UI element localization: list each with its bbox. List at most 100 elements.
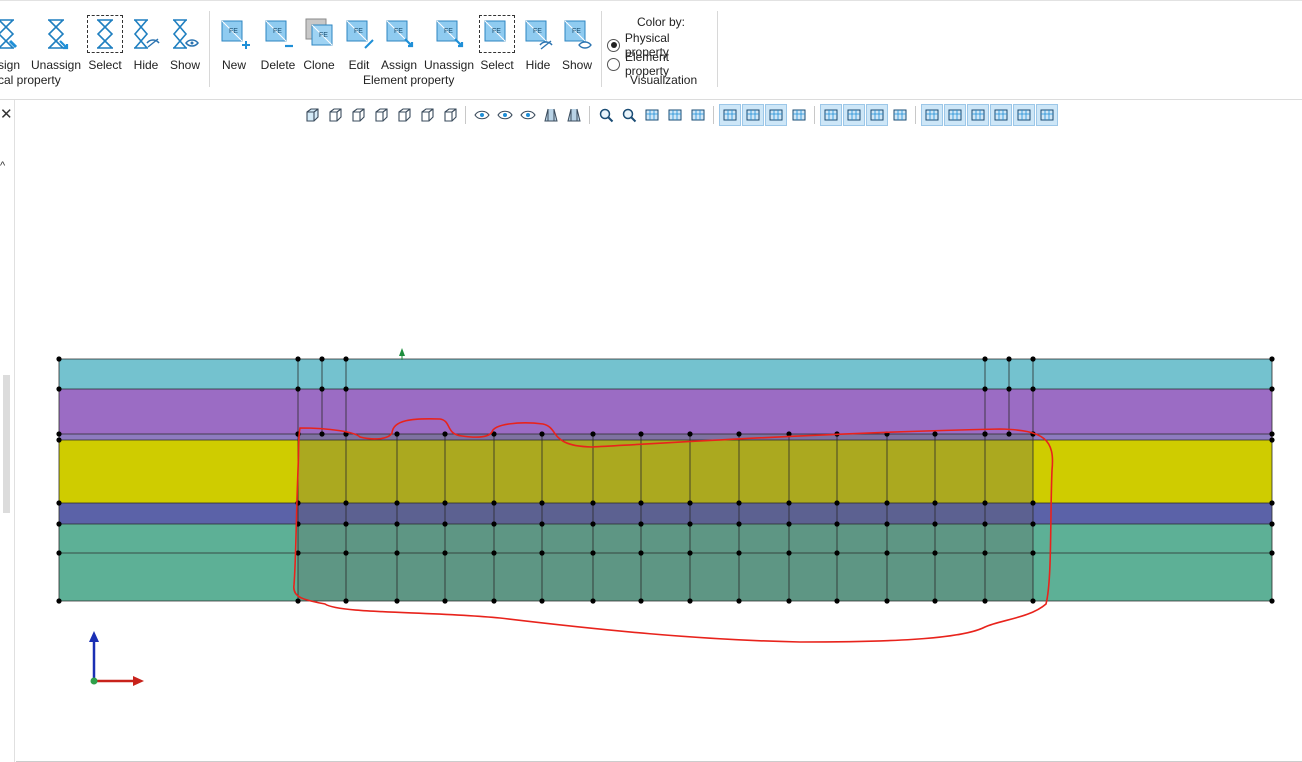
back-view-icon[interactable] [348, 105, 368, 125]
mesh-node [442, 598, 448, 604]
zoom-icon[interactable] [619, 105, 639, 125]
fe-icon-text: FE [229, 28, 238, 35]
fe-icon-text: FE [394, 28, 403, 35]
mesh-node [1006, 386, 1012, 392]
hide-physical-button[interactable]: Hide [130, 17, 162, 77]
axis-icon[interactable] [890, 105, 910, 125]
mesh-node [687, 550, 693, 556]
fe-icon-text: FE [319, 32, 328, 39]
fe-show-label: Show [561, 58, 593, 72]
fe-hide-icon: FE [522, 17, 554, 51]
mesh-node [319, 386, 325, 392]
show-eye-icon[interactable] [495, 105, 515, 125]
hide-physical-icon [130, 17, 162, 51]
right-view-icon[interactable] [440, 105, 460, 125]
fe-show-button[interactable]: FE Show [560, 17, 594, 77]
bottom-view-icon[interactable] [394, 105, 414, 125]
mesh-node [884, 521, 890, 527]
grid-icon[interactable] [688, 105, 708, 125]
show-physical-icon [169, 17, 201, 51]
screenshot-icon[interactable] [642, 105, 662, 125]
chevron-up-icon[interactable]: ^ [0, 160, 5, 172]
mesh-node [1030, 598, 1036, 604]
sel-5-icon[interactable] [1012, 104, 1035, 126]
assign-physical-button[interactable]: ssign [0, 17, 26, 77]
mesh-node [1030, 500, 1036, 506]
fe-delete-button[interactable]: FE Delete [259, 17, 297, 77]
sel-2-icon[interactable] [943, 104, 966, 126]
mesh-node [590, 550, 596, 556]
mesh-node [638, 598, 644, 604]
fe-new-icon: FE [218, 17, 250, 51]
mesh-node [56, 386, 62, 392]
surface-icon[interactable] [842, 104, 865, 126]
mesh-node [56, 598, 62, 604]
fe-new-button[interactable]: FE New [217, 17, 251, 77]
axes-toggle-icon[interactable] [741, 104, 764, 126]
fe-edit-button[interactable]: FE Edit [342, 17, 376, 77]
section-icon[interactable] [564, 105, 584, 125]
sel-4-icon[interactable] [989, 104, 1012, 126]
axis-y-arrow-icon [89, 631, 99, 642]
mesh-node [834, 521, 840, 527]
mesh-node [56, 356, 62, 362]
mesh-node [56, 521, 62, 527]
sel-1-icon[interactable] [920, 104, 943, 126]
show-all-icon[interactable] [518, 105, 538, 125]
fe-select-button[interactable]: FE Select [479, 15, 515, 77]
front-view-icon[interactable] [325, 105, 345, 125]
fe-hide-button[interactable]: FE Hide [521, 17, 555, 77]
mesh-node [687, 500, 693, 506]
show-physical-button[interactable]: Show [169, 17, 201, 77]
show-physical-label: Show [169, 58, 201, 72]
perspective-icon[interactable] [541, 105, 561, 125]
fe-unassign-button[interactable]: FE Unassign [424, 17, 474, 77]
close-icon[interactable]: ✕ [0, 107, 13, 122]
panel-scrollbar[interactable] [3, 375, 10, 513]
axis-x-arrow-icon [133, 676, 144, 686]
mesh-node [394, 598, 400, 604]
unassign-physical-button[interactable]: Unassign [31, 17, 81, 77]
mesh-node [884, 550, 890, 556]
mesh-node [834, 598, 840, 604]
solid-icon[interactable] [865, 104, 888, 126]
mesh-node [295, 386, 301, 392]
sel-3-icon[interactable] [966, 104, 989, 126]
mesh-node [736, 598, 742, 604]
fe-icon-text: FE [444, 28, 453, 35]
iso-view-icon[interactable] [302, 105, 322, 125]
hide-eye-icon[interactable] [472, 105, 492, 125]
mesh-node [1269, 431, 1275, 437]
group-separator [601, 11, 602, 87]
sel-6-icon[interactable] [1035, 104, 1058, 126]
mesh-toggle-icon[interactable] [718, 104, 741, 126]
mesh-node [736, 550, 742, 556]
mesh-node [590, 431, 596, 437]
pick-icon[interactable] [665, 105, 685, 125]
group-separator [717, 11, 718, 87]
node-icon[interactable] [819, 104, 842, 126]
model-viewport[interactable] [16, 128, 1302, 762]
mesh-node [590, 598, 596, 604]
fe-new-label: New [221, 58, 246, 72]
mesh-node [491, 500, 497, 506]
check-edit-icon[interactable] [789, 105, 809, 125]
top-view-icon[interactable] [371, 105, 391, 125]
toolbar-separator [915, 106, 916, 124]
mesh-node [1006, 431, 1012, 437]
check-box-icon[interactable] [764, 104, 787, 126]
mesh-node [394, 550, 400, 556]
fe-clone-button[interactable]: FE Clone [302, 17, 336, 77]
left-view-icon[interactable] [417, 105, 437, 125]
mesh-node [491, 550, 497, 556]
mesh-node [56, 500, 62, 506]
mesh-node [1269, 521, 1275, 527]
view-toolbar [300, 104, 1058, 126]
fe-assign-button[interactable]: FE Assign [381, 17, 417, 77]
fe-icon-text: FE [354, 28, 363, 35]
fe-icon-text: FE [572, 28, 581, 35]
select-physical-button[interactable]: Select [87, 15, 123, 77]
mesh-node [442, 500, 448, 506]
mesh-node [932, 521, 938, 527]
zoom-fit-icon[interactable] [596, 105, 616, 125]
